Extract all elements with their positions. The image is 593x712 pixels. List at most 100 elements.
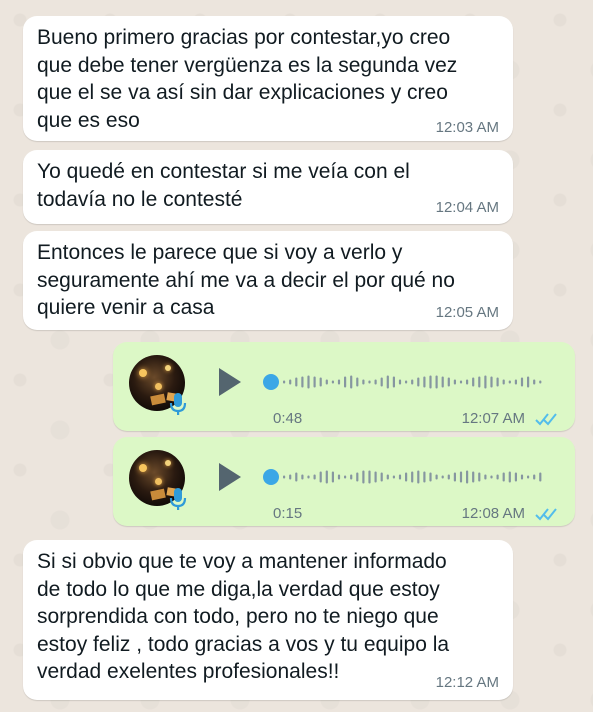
waveform-bar	[405, 472, 408, 482]
waveform-bar	[472, 471, 475, 483]
waveform-bar	[466, 470, 469, 484]
waveform-bar	[417, 470, 420, 484]
double-check-icon	[535, 508, 557, 521]
incoming-message[interactable]: Yo quedé en contestar si me veía con el …	[23, 150, 513, 224]
waveform-bar	[496, 377, 499, 387]
waveform-bar	[344, 376, 347, 388]
waveform-bar	[490, 376, 493, 388]
waveform-bar	[313, 474, 316, 480]
waveform-bar	[368, 470, 371, 484]
waveform-bar	[319, 377, 322, 387]
waveform-bar	[386, 375, 389, 389]
waveform-bar	[374, 471, 377, 483]
waveform-bar	[453, 379, 456, 385]
waveform-bar	[447, 474, 450, 480]
waveform-bar	[325, 470, 328, 484]
waveform-bar	[301, 376, 304, 388]
waveform-bar	[490, 475, 493, 479]
waveform-bar	[484, 474, 487, 480]
message-time: 12:08 AM	[461, 505, 525, 522]
waveform-bar	[392, 376, 395, 388]
waveform-bar	[502, 379, 505, 385]
waveform-bar	[429, 472, 432, 482]
mic-icon	[169, 488, 187, 510]
waveform-bar	[295, 472, 298, 482]
waveform-bar	[295, 377, 298, 387]
waveform-bar	[380, 472, 383, 482]
waveform-bar	[331, 471, 334, 483]
waveform-bar	[429, 375, 432, 389]
waveform-bar	[417, 377, 420, 387]
waveform-bar	[337, 379, 341, 385]
waveform-bar	[411, 471, 414, 483]
waveform-bar	[301, 474, 304, 480]
waveform-bar	[423, 471, 426, 483]
waveform-bar	[441, 475, 444, 479]
waveform-bar	[350, 375, 353, 389]
waveform-bar	[533, 379, 536, 385]
waveform-bar	[392, 475, 395, 479]
waveform-bar	[520, 474, 524, 480]
waveform-bar	[289, 474, 292, 480]
waveform-bar	[307, 475, 310, 479]
waveform-bar	[484, 375, 487, 389]
waveform-bar	[435, 375, 438, 389]
waveform-bar	[331, 380, 334, 384]
message-time: 12:12 AM	[435, 674, 499, 691]
message-time: 12:04 AM	[435, 199, 499, 216]
double-check-icon	[535, 413, 557, 426]
waveform-bar	[466, 379, 469, 385]
waveform-bar	[441, 376, 444, 388]
waveform-bar	[423, 376, 426, 388]
waveform-bar	[325, 379, 328, 385]
waveform-bar	[527, 475, 530, 479]
waveform-bar	[514, 472, 517, 482]
message-text: Si si obvio que te voy a mantener inform…	[37, 550, 450, 683]
waveform-bar	[356, 377, 359, 387]
waveform[interactable]	[261, 463, 551, 491]
message-text: Entonces le parece que si voy a verlo y …	[37, 241, 455, 319]
waveform-bar	[386, 474, 389, 480]
incoming-message[interactable]: Entonces le parece que si voy a verlo y …	[23, 231, 513, 330]
waveform-bar	[447, 377, 450, 387]
waveform-bar	[350, 474, 353, 480]
message-time: 12:03 AM	[435, 119, 499, 136]
play-icon[interactable]	[219, 368, 241, 396]
outgoing-voice-message[interactable]: 0:15 12:08 AM	[113, 437, 575, 526]
waveform-bar	[319, 471, 322, 483]
incoming-message[interactable]: Si si obvio que te voy a mantener inform…	[23, 540, 513, 700]
voice-duration: 0:15	[273, 505, 303, 522]
message-text: Bueno primero gracias por contestar,yo c…	[37, 26, 458, 132]
waveform-bar	[411, 379, 414, 385]
waveform-bar	[362, 379, 365, 385]
waveform-bar	[374, 379, 377, 385]
waveform-bar	[435, 474, 438, 480]
waveform-bar	[405, 380, 408, 384]
waveform-bar	[380, 377, 383, 387]
waveform-bar	[337, 474, 341, 480]
message-time: 12:07 AM	[461, 410, 525, 427]
play-icon[interactable]	[219, 463, 241, 491]
waveform-bar	[368, 380, 371, 384]
waveform-bar	[356, 472, 359, 482]
waveform-bar	[398, 474, 402, 480]
incoming-message[interactable]: Bueno primero gracias por contestar,yo c…	[23, 16, 513, 141]
waveform-bar	[289, 379, 292, 385]
waveform-bar	[478, 472, 481, 482]
waveform-bar	[472, 377, 475, 387]
waveform[interactable]	[261, 368, 551, 396]
waveform-bar	[453, 472, 456, 482]
message-time: 12:05 AM	[435, 304, 499, 321]
waveform-bar	[508, 471, 511, 483]
waveform-bar	[307, 375, 310, 389]
waveform-bar	[478, 376, 481, 388]
waveform-bar	[398, 379, 402, 385]
waveform-bar	[344, 475, 347, 479]
waveform-bar	[496, 474, 499, 480]
outgoing-voice-message[interactable]: 0:48 12:07 AM	[113, 342, 575, 431]
waveform-bar	[520, 377, 524, 387]
waveform-bar	[514, 379, 517, 385]
waveform-bar	[459, 380, 463, 384]
waveform-bar	[283, 380, 286, 384]
waveform-bar	[508, 380, 511, 384]
